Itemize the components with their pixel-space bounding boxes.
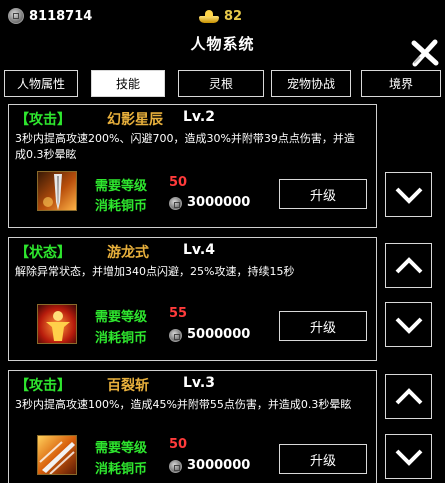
tab-label: 人物属性 (16, 77, 65, 91)
expand-button[interactable] (385, 172, 432, 217)
gold-ingot-icon (199, 10, 219, 23)
tab-label: 技能 (115, 77, 140, 91)
skill-name: 幻影星辰 (107, 112, 163, 128)
chevron-down-icon (395, 317, 422, 334)
ingot-amount: 82 (224, 9, 243, 24)
cost-value: 3000000 (187, 458, 251, 473)
skill-description: 3秒内提高攻速100%，造成45%并附带55点伤害，并造成0.3秒晕眩 (15, 398, 352, 411)
tab-pet-assist[interactable]: 宠物协战 (271, 70, 351, 97)
cost-label: 消耗铜币 (95, 199, 148, 214)
skill-name: 游龙式 (107, 245, 149, 261)
tab-label: 宠物协战 (286, 77, 335, 91)
upgrade-label: 升级 (309, 453, 336, 469)
tab-label: 境界 (388, 77, 413, 91)
chevron-down-icon (395, 449, 422, 466)
close-button[interactable] (410, 38, 440, 68)
aura-figure-icon (37, 304, 77, 344)
chevron-up-icon (395, 387, 422, 404)
upgrade-button[interactable]: 升级 (279, 444, 367, 474)
skill-card: 【状态】 游龙式 Lv.4 解除异常状态，并增加340点闪避，25%攻速，持续1… (8, 237, 377, 361)
upgrade-button[interactable]: 升级 (279, 179, 367, 209)
page-title: 人物系统 (190, 35, 255, 53)
upgrade-label: 升级 (309, 188, 336, 204)
chevron-down-icon (395, 187, 422, 204)
skill-level: Lv.3 (183, 375, 215, 391)
required-level-value: 50 (169, 437, 188, 452)
tab-spirit-root[interactable]: 灵根 (178, 70, 264, 97)
sword-strike-icon (37, 171, 77, 211)
skill-type-tag: 【攻击】 (15, 112, 71, 128)
required-level-label: 需要等级 (95, 179, 148, 194)
tab-realm[interactable]: 境界 (361, 70, 441, 97)
skill-type-tag: 【攻击】 (15, 378, 71, 394)
skill-name: 百裂斩 (107, 378, 149, 394)
copper-coin-icon (169, 197, 182, 210)
cost-value: 5000000 (187, 327, 251, 342)
cost-label: 消耗铜币 (95, 462, 148, 477)
skill-description: 3秒内提高攻速200%、闪避700，造成30%并附带39点点伤害，并造成0.3秒… (15, 132, 355, 161)
upgrade-label: 升级 (309, 320, 336, 336)
skill-card: 【攻击】 幻影星辰 Lv.2 3秒内提高攻速200%、闪避700，造成30%并附… (8, 104, 377, 228)
collapse-button[interactable] (385, 374, 432, 419)
skill-level: Lv.4 (183, 242, 215, 258)
coin-balance: 8118714 (8, 8, 92, 24)
coin-amount: 8118714 (29, 8, 93, 24)
expand-button[interactable] (385, 434, 432, 479)
expand-button[interactable] (385, 302, 432, 347)
tab-skills[interactable]: 技能 (91, 70, 165, 97)
blade-slash-icon (37, 435, 77, 475)
chevron-up-icon (395, 256, 422, 273)
cost-label: 消耗铜币 (95, 331, 148, 346)
skill-level: Lv.2 (183, 109, 215, 125)
tab-attributes[interactable]: 人物属性 (4, 70, 78, 97)
copper-coin-icon (169, 460, 182, 473)
skill-card: 【攻击】 百裂斩 Lv.3 3秒内提高攻速100%，造成45%并附带55点伤害，… (8, 370, 377, 483)
upgrade-button[interactable]: 升级 (279, 311, 367, 341)
ingot-balance: 82 (199, 9, 242, 24)
skill-description: 解除异常状态，并增加340点闪避，25%攻速，持续15秒 (15, 265, 295, 278)
close-icon (411, 39, 439, 67)
required-level-label: 需要等级 (95, 441, 148, 456)
copper-coin-icon (8, 8, 24, 24)
cost-value: 3000000 (187, 195, 251, 210)
skill-type-tag: 【状态】 (15, 245, 71, 261)
collapse-button[interactable] (385, 243, 432, 288)
copper-coin-icon (169, 329, 182, 342)
required-level-label: 需要等级 (95, 310, 148, 325)
required-level-value: 55 (169, 306, 188, 321)
required-level-value: 50 (169, 175, 188, 190)
tab-label: 灵根 (208, 77, 233, 91)
